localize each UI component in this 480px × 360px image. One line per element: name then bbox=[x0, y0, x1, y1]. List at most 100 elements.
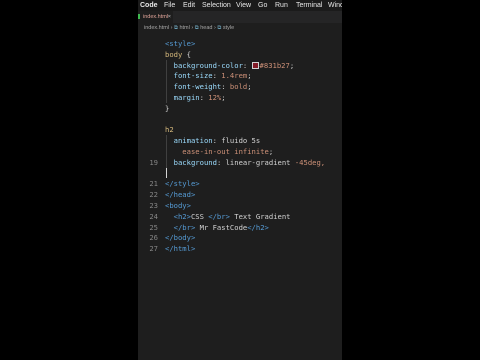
line-text: font-weight: bold; bbox=[165, 81, 252, 92]
line-text: body { bbox=[165, 49, 191, 60]
line-number: 26 bbox=[149, 233, 158, 243]
macos-menu-bar: Code File Edit Selection View Go Run Ter… bbox=[138, 0, 342, 11]
line-text: background-color: #831b27; bbox=[165, 60, 295, 71]
code-token: Text Gradient bbox=[229, 211, 291, 221]
code-line[interactable]: background-color: #831b27; bbox=[138, 60, 342, 71]
code-line[interactable]: h2 bbox=[138, 124, 342, 135]
code-token: <body> bbox=[165, 201, 191, 210]
video-letterbox: Code File Edit Selection View Go Run Ter… bbox=[0, 0, 480, 360]
code-line[interactable]: 22 </head> bbox=[138, 189, 342, 200]
code-line[interactable]: 23 <body> bbox=[138, 200, 342, 211]
code-line[interactable]: } bbox=[138, 103, 342, 114]
code-token: font-size bbox=[165, 71, 213, 81]
code-line[interactable]: font-size: 1.4rem; bbox=[138, 70, 342, 81]
breadcrumb-head[interactable]: head bbox=[200, 25, 212, 31]
code-line[interactable] bbox=[138, 114, 342, 125]
code-token: </br> bbox=[208, 211, 230, 221]
code-token: } bbox=[165, 103, 170, 113]
line-number: 23 bbox=[149, 201, 158, 210]
code-token: : bbox=[216, 157, 226, 167]
code-token: 1.4rem bbox=[221, 71, 248, 81]
menu-edit[interactable]: Edit bbox=[183, 0, 195, 11]
code-line[interactable]: body { bbox=[138, 49, 342, 60]
close-icon[interactable]: × bbox=[168, 11, 171, 23]
code-token: font-weight bbox=[165, 82, 222, 92]
line-text: margin: 12%; bbox=[165, 92, 226, 103]
code-token: ; bbox=[221, 93, 226, 102]
tab-index-html[interactable]: index.html × bbox=[138, 11, 173, 23]
indent-guide bbox=[166, 59, 167, 103]
editor-tab-bar: index.html × bbox=[138, 11, 342, 23]
line-number: 24 bbox=[149, 211, 158, 221]
code-token: h2 bbox=[165, 125, 174, 135]
code-line[interactable]: 21 </style> bbox=[138, 178, 342, 189]
breadcrumb-html[interactable]: html bbox=[179, 25, 189, 31]
element-icon: ⧉ bbox=[194, 25, 199, 31]
code-token: CSS bbox=[190, 211, 209, 221]
vscode-window: Code File Edit Selection View Go Run Ter… bbox=[138, 0, 342, 360]
code-line[interactable]: margin: 12%; bbox=[138, 92, 342, 103]
code-token: <h2> bbox=[165, 211, 191, 221]
menu-terminal[interactable]: Terminal bbox=[296, 0, 322, 11]
activity-indicator bbox=[138, 14, 140, 19]
code-token: ; bbox=[268, 147, 274, 156]
menu-selection[interactable]: Selection bbox=[202, 0, 231, 11]
line-text: ease-in-out infinite; bbox=[165, 146, 273, 157]
code-token: </style> bbox=[165, 179, 200, 189]
menu-run[interactable]: Run bbox=[275, 0, 288, 11]
element-icon: ⧉ bbox=[173, 25, 178, 31]
code-line[interactable]: 27 </html> bbox=[138, 243, 342, 254]
menu-go[interactable]: Go bbox=[258, 0, 267, 11]
code-line[interactable]: 25 </br> Mr FastCode</h2> bbox=[138, 222, 342, 233]
line-text: h2 bbox=[165, 124, 174, 135]
code-token: background bbox=[165, 157, 217, 167]
line-number: 22 bbox=[149, 190, 158, 200]
line-text: animation: fluido 5s bbox=[165, 135, 261, 146]
code-token: Mr FastCode bbox=[195, 222, 248, 232]
line-text: font-size: 1.4rem; bbox=[165, 70, 252, 81]
code-line[interactable]: font-weight: bold; bbox=[138, 81, 342, 92]
code-line[interactable]: 24 <h2>CSS </br> Text Gradient bbox=[138, 211, 342, 222]
app-menu[interactable]: Code bbox=[140, 0, 158, 11]
code-token: fluido 5s bbox=[221, 136, 261, 146]
code-token: </br> bbox=[165, 222, 196, 232]
code-editor[interactable]: <style> body { background-color: #831b27;… bbox=[138, 33, 342, 263]
breadcrumb-file[interactable]: index.html bbox=[144, 25, 169, 31]
code-line[interactable]: 26 </body> bbox=[138, 232, 342, 243]
menu-view[interactable]: View bbox=[236, 0, 251, 11]
code-line[interactable] bbox=[138, 167, 342, 179]
code-token: ease-in-out infinite bbox=[165, 147, 269, 156]
line-number: 27 bbox=[149, 244, 158, 254]
line-text: <style> bbox=[165, 38, 195, 49]
menu-file[interactable]: File bbox=[164, 0, 175, 11]
code-line[interactable]: 19 background: linear-gradient -45deg, bbox=[138, 157, 342, 168]
tab-label: index.html bbox=[143, 14, 169, 20]
code-line[interactable]: animation: fluido 5s bbox=[138, 135, 342, 146]
code-token: ; bbox=[289, 60, 295, 70]
color-swatch-icon[interactable] bbox=[251, 62, 259, 70]
line-text: </html> bbox=[165, 243, 195, 254]
line-text: </body> bbox=[165, 232, 195, 243]
code-token: <style> bbox=[165, 39, 196, 48]
breadcrumb: index.html › ⧉ html › ⧉ head › ⧉ style bbox=[144, 23, 234, 33]
code-token: : bbox=[212, 136, 222, 146]
line-text: <h2>CSS </br> Text Gradient bbox=[165, 211, 291, 222]
line-text: </br> Mr FastCode</h2> bbox=[165, 222, 269, 233]
code-line[interactable]: <style> bbox=[138, 38, 342, 49]
code-token: : bbox=[212, 71, 222, 81]
code-line[interactable]: ease-in-out infinite; bbox=[138, 146, 342, 157]
breadcrumb-style[interactable]: style bbox=[223, 25, 234, 31]
line-text: </head> bbox=[165, 189, 195, 200]
line-number: 19 bbox=[149, 157, 158, 167]
line-text: <body> bbox=[165, 200, 191, 211]
code-token: ; bbox=[247, 71, 252, 81]
line-number: 21 bbox=[149, 179, 158, 189]
code-token: animation bbox=[165, 136, 213, 146]
menu-window[interactable]: Window bbox=[328, 0, 342, 11]
line-number: 25 bbox=[149, 222, 158, 232]
code-token: </head> bbox=[165, 190, 196, 200]
code-token: -45deg, bbox=[290, 157, 326, 167]
code-token: </h2> bbox=[247, 222, 269, 232]
code-token: #831b27 bbox=[259, 60, 290, 70]
code-token: </html> bbox=[165, 244, 196, 254]
